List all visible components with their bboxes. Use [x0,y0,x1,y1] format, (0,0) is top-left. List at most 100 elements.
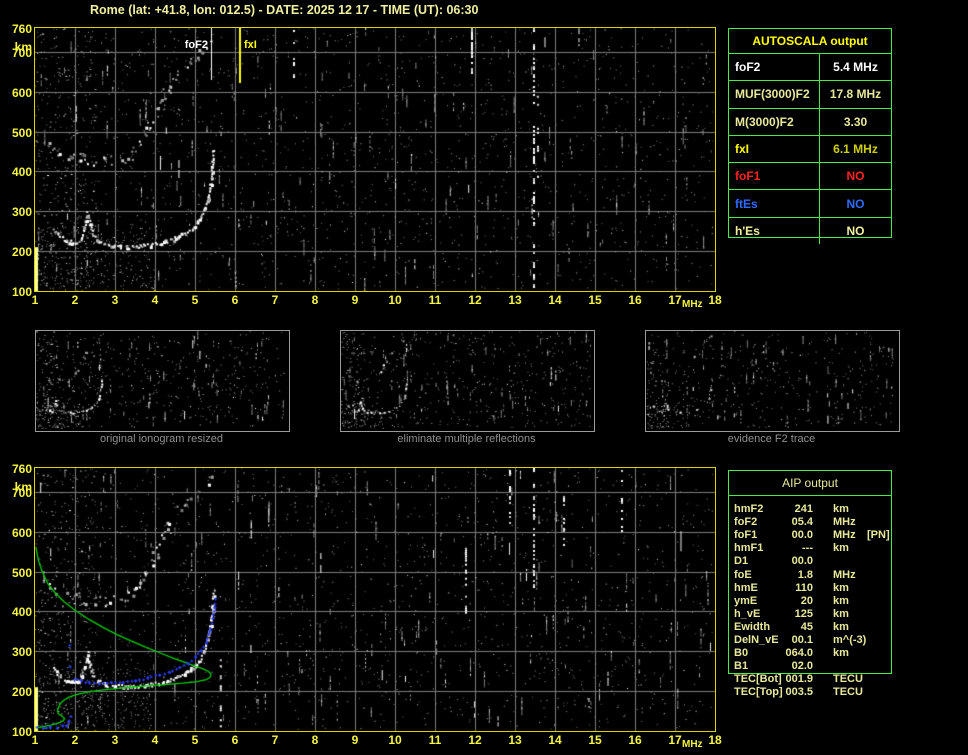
aip-row-value: 45 [800,620,813,633]
freq-tick-label: 16 [628,293,642,307]
autoscala-row-label: foF1 [729,163,820,190]
freq-tick-label: 10 [388,733,402,747]
panel-evidence-f2 [645,330,900,432]
aip-row-value: 05.4 [791,516,813,529]
aip-row-unit: km [833,594,849,607]
freq-tick-label: 15 [588,293,602,307]
aip-table-title: AIP output [729,471,891,496]
freq-tick-label: 9 [351,293,359,307]
autoscala-row-value: NO [846,223,865,238]
aip-row-value: 20 [800,594,813,607]
freq-tick-label: 5 [191,293,199,307]
freq-tick-label: 6 [231,293,239,307]
aip-row: foF2 05.4 MHz [729,516,899,529]
autoscala-row-label: MUF(3000)F2 [729,81,820,108]
aip-row-unit: MHz [833,568,856,581]
panel-original-ionogram [35,330,290,432]
autoscala-row-value: 5.4 MHz [833,60,878,75]
aip-row-value: 241 [794,503,813,515]
freq-tick-label: 6 [231,733,239,747]
aip-row: foF1 00.0 MHz [PN] [729,529,899,542]
autoscala-row: ftEs NO [729,190,891,218]
freq-tick-label: 4 [151,733,159,747]
height-tick-label: 100 [11,285,32,299]
height-tick-label: 400 [11,605,32,620]
aip-row: B0 064.0 km [729,647,899,660]
foF2-marker-label: foF2 [184,39,208,51]
aip-row-label: B1 [734,660,749,673]
height-tick-label: 100 [11,725,32,739]
panel-eliminate-caption: eliminate multiple reflections [397,433,536,445]
aip-row-unit: MHz [833,516,856,529]
height-tick-label: 300 [11,205,32,220]
autoscala-row-value: 3.30 [843,114,868,129]
height-tick-label: 200 [11,685,32,700]
freq-tick-label: 11 [428,733,442,747]
aip-row: TEC[Top] 003.5 TECU [729,686,899,699]
aip-row-unit: km [833,620,849,633]
freq-tick-label: 2 [71,733,79,747]
autoscala-row-label: M(3000)F2 [729,108,820,135]
freq-tick-label: 18 [708,293,722,307]
aip-row-unit: TECU [833,686,863,699]
freq-tick-label: 18 [708,733,722,747]
freq-tick-label: 10 [388,293,402,307]
aip-row-label: hmE [734,581,758,594]
freq-unit-label: MHz [682,299,703,310]
autoscala-row-label: fxI [729,135,820,163]
panel-evidence-canvas [646,331,897,429]
aip-row: ymE 20 km [729,595,899,608]
autoscala-row: h'Es NO [729,217,891,244]
aip-row-value: 1.8 [797,568,813,581]
freq-tick-label: 4 [151,293,159,307]
freq-tick-label: 14 [548,293,562,307]
autoscala-row: MUF(3000)F2 17.8 MHz [729,81,891,109]
panel-evidence-caption: evidence F2 trace [727,433,816,445]
autoscala-row: foF1 NO [729,163,891,191]
freq-tick-label: 16 [628,733,642,747]
top-ionogram-plot: foF2 fxI [34,27,716,292]
freq-tick-label: 14 [548,733,562,747]
autoscala-table: AUTOSCALA output foF2 5.4 MHz MUF(3000)F2 1… [728,28,892,244]
freq-tick-label: 7 [271,733,279,747]
height-tick-label: 400 [11,165,32,180]
aip-row-label: Ewidth [734,620,771,633]
aip-row-unit: km [833,607,849,620]
aip-row-label: ymE [734,594,758,607]
height-tick-label: 300 [11,645,32,660]
height-tick-label: 500 [11,565,32,580]
aip-table: AIP output hmF2 241 km foF2 05.4 MHz foF1 00.0 M… [728,470,892,698]
freq-unit-label: MHz [682,739,703,750]
top-ionogram-canvas [35,28,715,291]
aip-row: h_vE 125 km [729,608,899,621]
aip-row: B1 02.0 [729,660,899,673]
height-tick-label: 600 [11,85,32,100]
autoscala-row: foF2 5.4 MHz [729,54,891,82]
aip-row-value: 00.1 [791,634,813,646]
autoscala-row-value: 17.8 MHz [829,87,882,102]
height-tick-label: 600 [11,525,32,540]
aip-row: TEC[Bot] 001.9 TECU [729,673,899,686]
aip-row-label: foE [734,568,752,581]
aip-row-value: 00.0 [791,529,813,542]
autoscala-window: Rome (lat: +41.8, lon: 012.5) - DATE: 20… [0,0,968,755]
aip-row-label: hmF1 [734,542,764,555]
panel-eliminate-canvas [341,331,592,429]
height-tick-label: 200 [11,245,32,260]
freq-tick-label: 8 [311,293,319,307]
autoscala-row-value: 6.1 MHz [833,141,878,156]
autoscala-row-value: NO [846,169,865,184]
autoscala-row: fxI 6.1 MHz [729,135,891,164]
aip-row-value: 02.0 [791,660,813,673]
height-tick-label: 760 [11,462,32,476]
aip-row-unit: km [833,581,849,594]
header-title: Rome (lat: +41.8, lon: 012.5) - DATE: 20… [90,3,479,17]
bottom-ionogram-canvas [35,468,715,731]
height-unit-label: km [14,40,32,54]
freq-tick-label: 3 [111,733,119,747]
height-unit-label: km [14,480,32,494]
aip-row-note: [PN] [867,529,890,542]
aip-row-label: B0 [734,647,749,660]
aip-row-unit: km [833,503,849,515]
aip-row: foE 1.8 MHz [729,569,899,582]
